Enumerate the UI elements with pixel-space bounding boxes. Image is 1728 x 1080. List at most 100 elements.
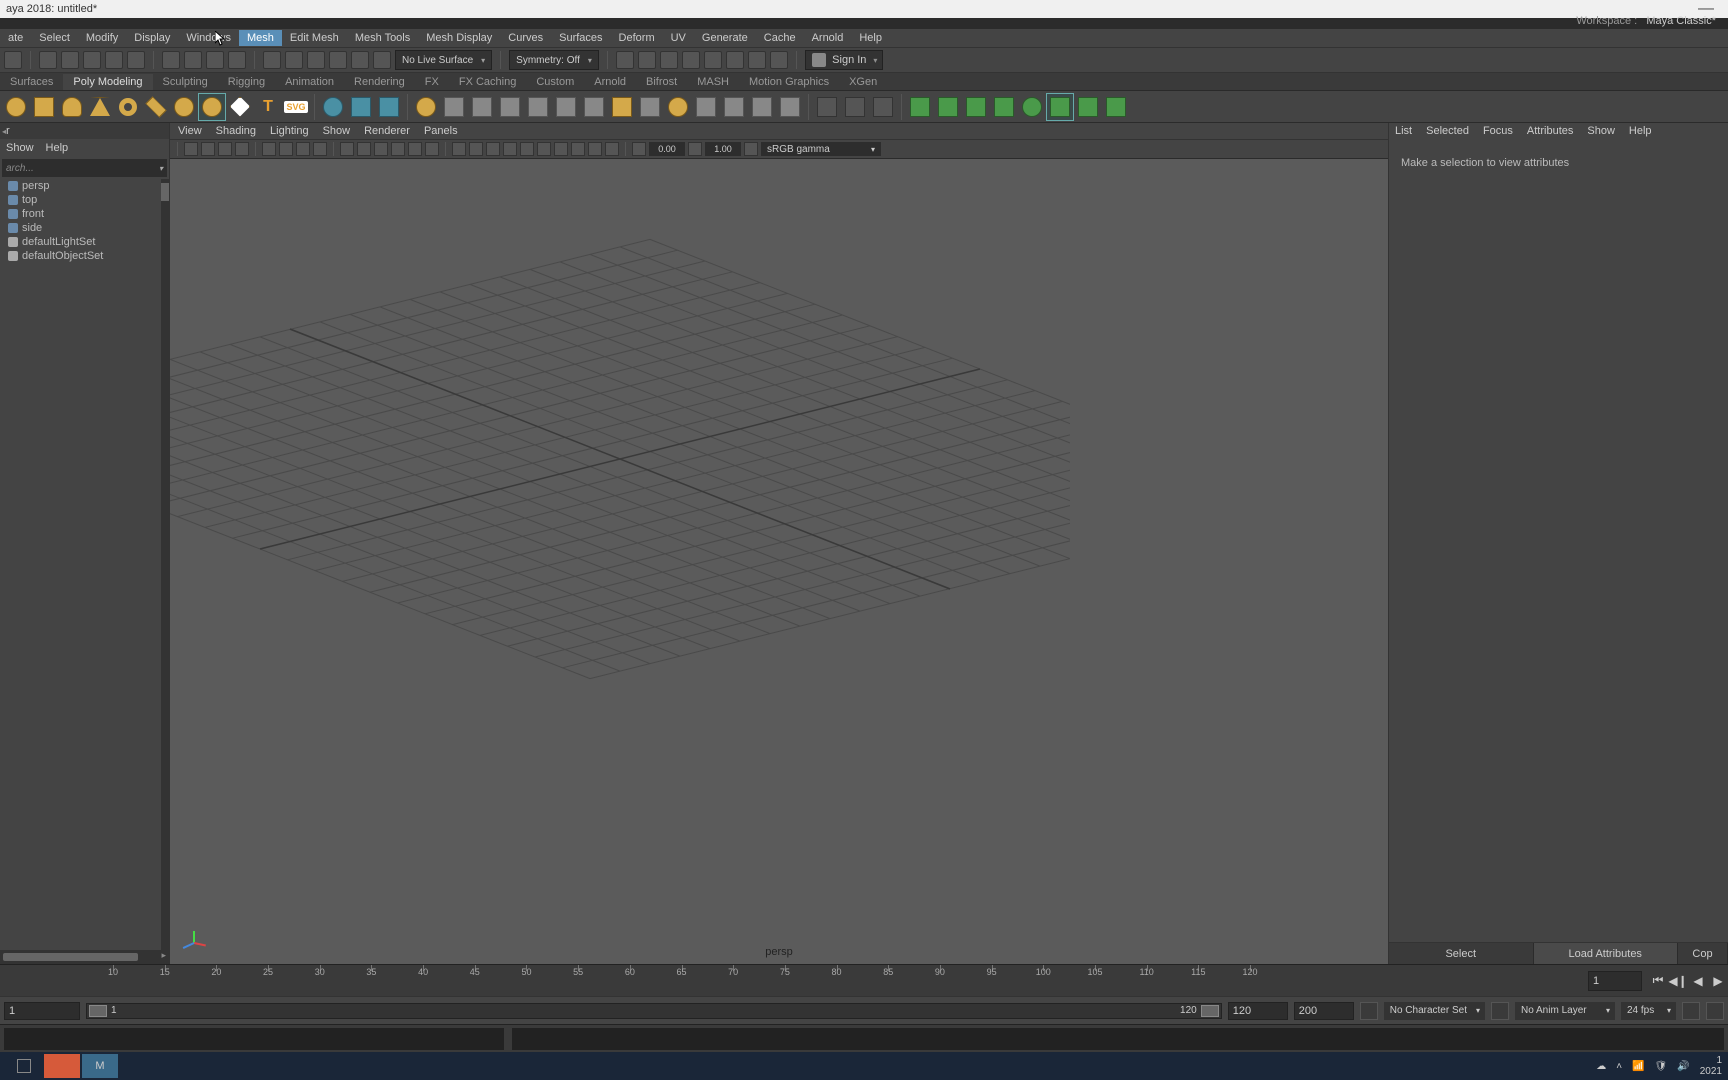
tray-security-icon[interactable]: 🛡 — [1655, 1061, 1668, 1072]
tab-custom[interactable]: Custom — [526, 74, 584, 90]
tab-fx[interactable]: FX — [415, 74, 449, 90]
tab-arnold[interactable]: Arnold — [584, 74, 636, 90]
render-sequence-icon[interactable] — [660, 51, 678, 69]
mirror-icon[interactable] — [319, 93, 347, 121]
menu-arnold[interactable]: Arnold — [804, 30, 852, 46]
select-mode-icon[interactable] — [162, 51, 180, 69]
select-tool-icon[interactable] — [228, 51, 246, 69]
auto-key-button[interactable] — [1682, 1002, 1700, 1020]
combine-icon[interactable] — [347, 93, 375, 121]
outliner-item-top[interactable]: top — [0, 193, 169, 207]
vp-gamma-field[interactable]: 1.00 — [705, 142, 741, 156]
multi-cut-icon[interactable] — [813, 93, 841, 121]
attr-menu-show[interactable]: Show — [1587, 125, 1615, 137]
quadrangulate-icon[interactable] — [748, 93, 776, 121]
lasso-select-icon[interactable] — [184, 51, 202, 69]
tab-surfaces[interactable]: Surfaces — [0, 74, 63, 90]
playblast-icon[interactable] — [726, 51, 744, 69]
time-slider[interactable]: 1015202530354045505560657075808590951001… — [0, 964, 1728, 996]
vp-field-chart-icon[interactable] — [374, 142, 388, 156]
menu-create[interactable]: ate — [0, 30, 31, 46]
outliner-vscrollbar[interactable] — [161, 179, 169, 950]
tab-bifrost[interactable]: Bifrost — [636, 74, 687, 90]
type-tool-icon[interactable]: T — [254, 93, 282, 121]
tray-volume-icon[interactable]: 🔊 — [1677, 1061, 1689, 1072]
reduce-icon[interactable] — [664, 93, 692, 121]
outliner-item-objectset[interactable]: defaultObjectSet — [0, 249, 169, 263]
outliner-hscrollbar[interactable] — [0, 950, 169, 964]
vp-menu-shading[interactable]: Shading — [216, 125, 256, 137]
system-tray[interactable]: ☁ ˄ 📶 🛡 🔊 1 2021 — [1596, 1055, 1722, 1077]
vp-xray-icon[interactable] — [588, 142, 602, 156]
vp-exposure-field[interactable]: 0.00 — [649, 142, 685, 156]
uv-editor-icon[interactable] — [1046, 93, 1074, 121]
poly-cylinder-icon[interactable] — [58, 93, 86, 121]
poly-disc-icon[interactable] — [170, 93, 198, 121]
character-set-dropdown[interactable]: No Character Set — [1384, 1002, 1485, 1020]
uv-auto-icon[interactable] — [990, 93, 1018, 121]
range-slider[interactable]: 1 120 — [86, 1003, 1222, 1019]
paint-select-icon[interactable] — [206, 51, 224, 69]
bridge-icon[interactable] — [552, 93, 580, 121]
attr-menu-selected[interactable]: Selected — [1426, 125, 1469, 137]
sculpt-icon[interactable] — [776, 93, 804, 121]
redo-icon[interactable] — [127, 51, 145, 69]
boolean-union-icon[interactable] — [440, 93, 468, 121]
outliner-item-persp[interactable]: persp — [0, 179, 169, 193]
triangulate-icon[interactable] — [720, 93, 748, 121]
outliner-search-input[interactable]: arch... — [2, 159, 167, 177]
fps-dropdown[interactable]: 24 fps — [1621, 1002, 1676, 1020]
separate-icon[interactable] — [375, 93, 403, 121]
tab-motion-graphics[interactable]: Motion Graphics — [739, 74, 839, 90]
pause-icon[interactable] — [770, 51, 788, 69]
anim-layer-options-icon[interactable] — [1491, 1002, 1509, 1020]
snap-surface-icon[interactable] — [351, 51, 369, 69]
play-back-button[interactable]: ◀ — [1689, 972, 1707, 990]
vp-shadows-icon[interactable] — [486, 142, 500, 156]
boolean-diff-icon[interactable] — [468, 93, 496, 121]
taskbar-start-icon[interactable] — [6, 1054, 42, 1078]
vp-2d-pan-icon[interactable] — [262, 142, 276, 156]
tray-clock[interactable]: 1 2021 — [1700, 1055, 1722, 1077]
vp-grid-icon[interactable] — [296, 142, 310, 156]
vp-motion-blur-icon[interactable] — [520, 142, 534, 156]
menu-cache[interactable]: Cache — [756, 30, 804, 46]
outliner-tree[interactable]: persp top front side defaultLightSet def… — [0, 179, 169, 950]
connect-icon[interactable] — [869, 93, 897, 121]
attr-menu-help[interactable]: Help — [1629, 125, 1652, 137]
boolean-intersect-icon[interactable] — [496, 93, 524, 121]
menu-modify[interactable]: Modify — [78, 30, 126, 46]
menu-mesh-display[interactable]: Mesh Display — [418, 30, 500, 46]
tab-fx-caching[interactable]: FX Caching — [449, 74, 526, 90]
tab-mash[interactable]: MASH — [687, 74, 739, 90]
vp-ao-icon[interactable] — [503, 142, 517, 156]
vp-lock-camera-icon[interactable] — [201, 142, 215, 156]
new-scene-icon[interactable] — [39, 51, 57, 69]
uv-cut-icon[interactable] — [1074, 93, 1102, 121]
menu-help[interactable]: Help — [851, 30, 890, 46]
vp-colorspace-dropdown[interactable]: sRGB gamma — [761, 142, 881, 156]
signin-button[interactable]: Sign In — [805, 50, 883, 70]
vp-menu-panels[interactable]: Panels — [424, 125, 458, 137]
tab-sculpting[interactable]: Sculpting — [153, 74, 218, 90]
uv-contour-icon[interactable] — [1018, 93, 1046, 121]
vp-menu-view[interactable]: View — [178, 125, 202, 137]
tray-wifi-icon[interactable]: 📶 — [1632, 1061, 1644, 1072]
tab-xgen[interactable]: XGen — [839, 74, 887, 90]
outliner-menu-show[interactable]: Show — [6, 142, 34, 154]
snap-view-icon[interactable] — [373, 51, 391, 69]
outliner-menu-help[interactable]: Help — [46, 142, 69, 154]
vp-aa-icon[interactable] — [537, 142, 551, 156]
snap-curve-icon[interactable] — [285, 51, 303, 69]
vp-gate-mask-icon[interactable] — [357, 142, 371, 156]
open-scene-icon[interactable] — [61, 51, 79, 69]
menu-deform[interactable]: Deform — [611, 30, 663, 46]
symmetry-dropdown[interactable]: Symmetry: Off — [509, 50, 599, 70]
render-icon[interactable] — [616, 51, 634, 69]
vp-safe-action-icon[interactable] — [391, 142, 405, 156]
menu-select[interactable]: Select — [31, 30, 78, 46]
uv-cylindrical-icon[interactable] — [934, 93, 962, 121]
taskbar-app-icon[interactable] — [44, 1054, 80, 1078]
vp-menu-renderer[interactable]: Renderer — [364, 125, 410, 137]
vp-film-gate-icon[interactable] — [313, 142, 327, 156]
